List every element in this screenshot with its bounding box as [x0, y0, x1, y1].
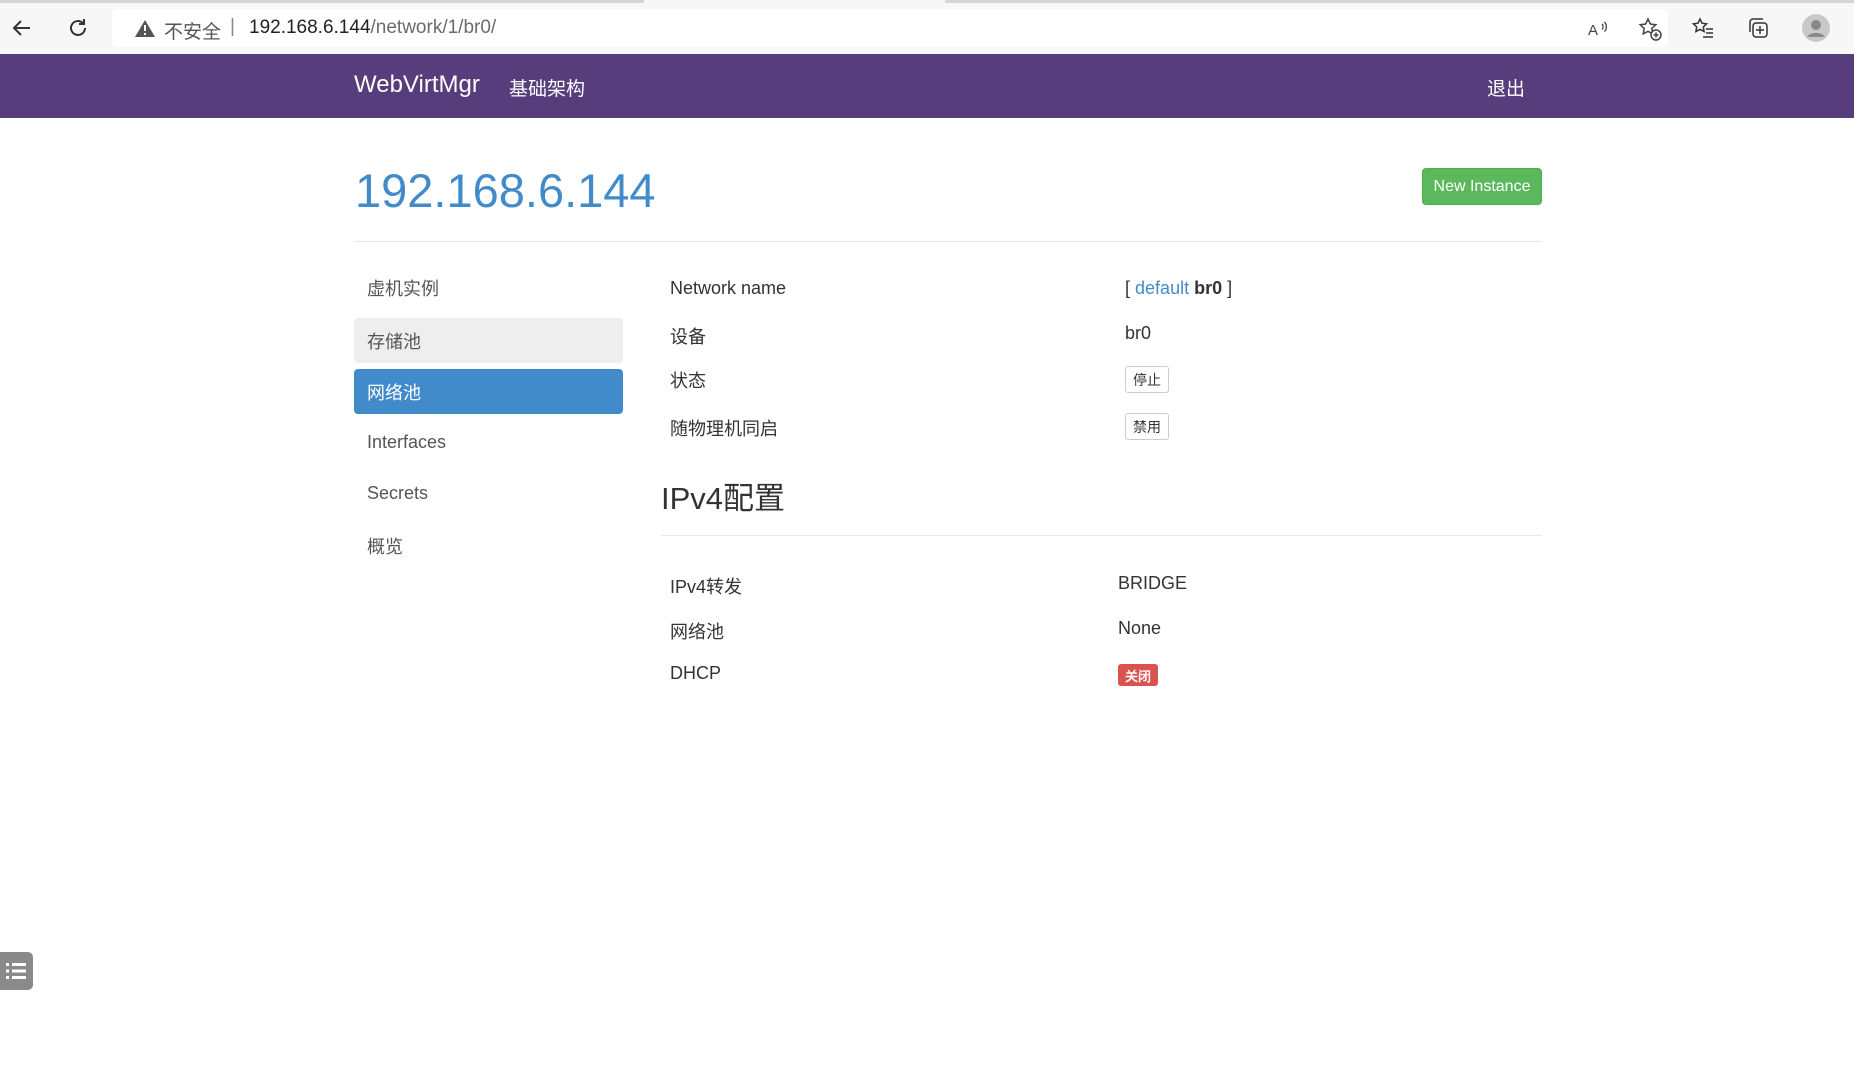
bracket-close: ]: [1227, 278, 1233, 298]
bracket-open: [: [1125, 278, 1131, 298]
network-name-label: Network name: [670, 278, 787, 298]
state-label: 状态: [670, 371, 706, 391]
address-bar[interactable]: 不安全 | 192.168.6.144/network/1/br0/ A: [112, 9, 1668, 47]
svg-text:A: A: [1588, 22, 1598, 39]
ipv4-forward-label: IPv4转发: [670, 577, 743, 597]
collections-icon[interactable]: [1742, 12, 1774, 44]
stop-button[interactable]: 停止: [1125, 366, 1169, 393]
sidebar-item-interfaces[interactable]: Interfaces: [354, 420, 623, 465]
ipv4-forward-value: BRIDGE: [1118, 573, 1188, 593]
reload-icon[interactable]: [62, 12, 94, 44]
url-host: 192.168.6.144: [249, 17, 371, 38]
nav-infrastructure[interactable]: 基础架构: [509, 74, 585, 101]
sidebar-item-storage[interactable]: 存储池: [354, 318, 623, 363]
page-title: 192.168.6.144: [355, 164, 656, 217]
profile-icon[interactable]: [1800, 12, 1832, 44]
ipv4-divider: [661, 535, 1542, 536]
dhcp-status-badge: 关闭: [1118, 664, 1159, 686]
address-separator: |: [230, 16, 235, 37]
tab-strip: [945, 0, 1854, 3]
ipv4-pool-value: None: [1118, 618, 1162, 638]
app-navbar: WebVirtMgr 基础架构 退出: [0, 54, 1854, 118]
sidebar-item-instances[interactable]: 虚机实例: [354, 265, 623, 310]
device-label: 设备: [670, 327, 706, 347]
browser-toolbar: 不安全 | 192.168.6.144/network/1/br0/ A: [0, 0, 1854, 55]
new-instance-button[interactable]: New Instance: [1422, 168, 1542, 205]
ipv4-pool-label: 网络池: [670, 622, 724, 642]
sidebar-item-overview[interactable]: 概览: [354, 523, 623, 568]
header-divider: [354, 241, 1542, 242]
url-path: /network/1/br0/: [370, 17, 497, 38]
sidebar-item-networks[interactable]: 网络池: [354, 369, 623, 414]
read-aloud-icon[interactable]: A: [1585, 16, 1611, 42]
network-current-name: br0: [1194, 278, 1223, 298]
warning-icon[interactable]: [134, 19, 156, 43]
ipv4-section-title: IPv4配置: [661, 481, 786, 516]
favorites-icon[interactable]: [1687, 12, 1719, 44]
autostart-label: 随物理机同启: [670, 419, 778, 439]
nav-logout[interactable]: 退出: [1487, 74, 1525, 101]
network-default-link[interactable]: default: [1135, 278, 1189, 298]
url-text[interactable]: 192.168.6.144/network/1/br0/: [249, 17, 496, 39]
security-label[interactable]: 不安全: [164, 17, 221, 44]
tab-strip: [0, 0, 644, 3]
brand-link[interactable]: WebVirtMgr: [354, 71, 480, 99]
sidebar-item-secrets[interactable]: Secrets: [354, 471, 623, 516]
list-menu-icon[interactable]: [0, 952, 33, 990]
back-icon[interactable]: [6, 12, 38, 44]
dhcp-label: DHCP: [670, 663, 722, 683]
device-value: br0: [1125, 323, 1152, 343]
autostart-disable-button[interactable]: 禁用: [1125, 413, 1169, 440]
add-favorite-icon[interactable]: [1637, 16, 1663, 42]
network-name-value: [ default br0 ]: [1125, 278, 1232, 299]
